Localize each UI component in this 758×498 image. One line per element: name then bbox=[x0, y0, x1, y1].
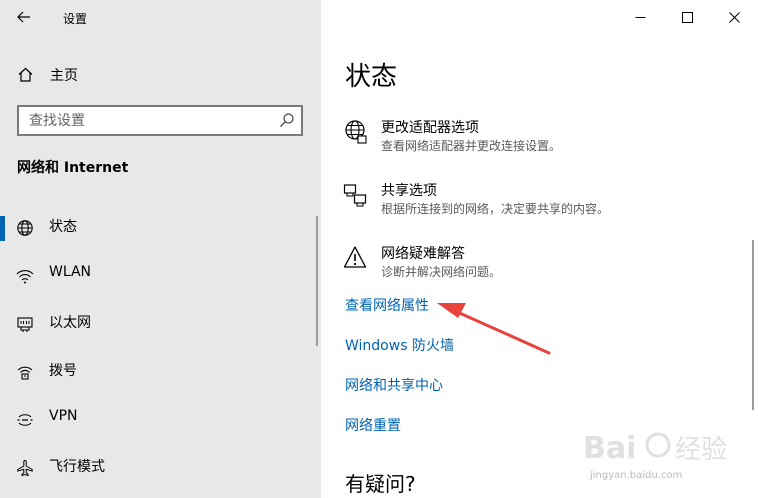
setting-description: 根据所连接到的网络，决定要共享的内容。 bbox=[381, 202, 610, 216]
sidebar-item-vpn[interactable]: VPN bbox=[0, 398, 321, 446]
link-view-network-properties[interactable]: 查看网络属性 bbox=[345, 295, 429, 315]
sidebar-item-ethernet[interactable]: 以太网 bbox=[0, 302, 321, 350]
setting-title: 网络疑难解答 bbox=[381, 246, 465, 262]
close-button[interactable] bbox=[711, 0, 758, 34]
link-network-reset[interactable]: 网络重置 bbox=[345, 415, 401, 435]
app-title: 设置 bbox=[63, 12, 88, 26]
sidebar: 设置 主页 网络和 Internet 状态 bbox=[0, 0, 321, 498]
close-icon bbox=[729, 11, 740, 23]
link-network-sharing-center[interactable]: 网络和共享中心 bbox=[345, 375, 443, 395]
window-controls bbox=[617, 0, 758, 34]
setting-sharing-options[interactable]: 共享选项 根据所连接到的网络，决定要共享的内容。 bbox=[343, 180, 743, 224]
home-icon bbox=[18, 67, 33, 82]
watermark-url: jingyan.baidu.com bbox=[590, 470, 683, 481]
sidebar-item-label: VPN bbox=[49, 408, 78, 424]
svg-text:经验: 经验 bbox=[675, 435, 727, 465]
adapter-globe-icon bbox=[345, 120, 367, 144]
main-panel: 状态 更改适配器选项 查看网络适配器并更改连接设置。 共享选项 根据所连接到的网… bbox=[321, 0, 758, 498]
search-icon[interactable] bbox=[279, 112, 295, 128]
sidebar-item-label: 拨号 bbox=[49, 363, 77, 379]
setting-description: 诊断并解决网络问题。 bbox=[381, 265, 502, 279]
setting-troubleshoot[interactable]: 网络疑难解答 诊断并解决网络问题。 bbox=[343, 243, 743, 287]
setting-title: 更改适配器选项 bbox=[381, 120, 479, 136]
sidebar-scrollbar[interactable] bbox=[316, 216, 318, 346]
ethernet-icon bbox=[16, 314, 34, 334]
maximize-icon bbox=[682, 11, 693, 23]
titlebar-left: 设置 bbox=[0, 0, 321, 34]
vpn-icon bbox=[16, 410, 34, 430]
minimize-icon bbox=[635, 16, 646, 18]
baidu-watermark-logo: Bai 经验 bbox=[583, 431, 727, 466]
link-windows-firewall[interactable]: Windows 防火墙 bbox=[345, 335, 454, 355]
sidebar-item-label: 主页 bbox=[50, 68, 78, 84]
setting-description: 查看网络适配器并更改连接设置。 bbox=[381, 139, 562, 153]
sidebar-item-wlan[interactable]: WLAN bbox=[0, 254, 321, 302]
minimize-button[interactable] bbox=[617, 0, 664, 34]
wifi-icon bbox=[16, 266, 34, 286]
dialup-icon bbox=[16, 362, 34, 382]
sharing-icon bbox=[343, 184, 367, 207]
sidebar-item-label: 状态 bbox=[49, 219, 77, 235]
maximize-button[interactable] bbox=[664, 0, 711, 34]
sidebar-item-label: 飞行模式 bbox=[49, 459, 105, 475]
globe-icon bbox=[16, 218, 34, 238]
svg-text:Bai: Bai bbox=[583, 431, 636, 466]
setting-change-adapter[interactable]: 更改适配器选项 查看网络适配器并更改连接设置。 bbox=[343, 117, 743, 161]
back-button[interactable] bbox=[9, 4, 39, 30]
sidebar-item-label: 以太网 bbox=[49, 315, 91, 331]
setting-title: 共享选项 bbox=[381, 183, 437, 199]
search-box[interactable] bbox=[17, 105, 303, 136]
section-heading: 网络和 Internet bbox=[17, 160, 129, 176]
sidebar-item-dialup[interactable]: 拨号 bbox=[0, 350, 321, 398]
selection-indicator bbox=[0, 216, 5, 241]
sidebar-item-status[interactable]: 状态 bbox=[0, 206, 321, 254]
question-heading: 有疑问? bbox=[345, 472, 416, 496]
search-input[interactable] bbox=[19, 107, 271, 134]
airplane-icon bbox=[16, 458, 34, 478]
arrow-left-icon bbox=[17, 11, 30, 23]
sidebar-nav: 状态 WLAN 以太网 拨号 VPN 飞行模式 bbox=[0, 206, 321, 494]
warning-icon bbox=[343, 246, 367, 268]
sidebar-item-home[interactable]: 主页 bbox=[0, 58, 321, 90]
sidebar-item-airplane[interactable]: 飞行模式 bbox=[0, 446, 321, 494]
page-title: 状态 bbox=[345, 62, 398, 92]
main-scrollbar[interactable] bbox=[752, 240, 754, 410]
sidebar-item-label: WLAN bbox=[49, 264, 92, 280]
